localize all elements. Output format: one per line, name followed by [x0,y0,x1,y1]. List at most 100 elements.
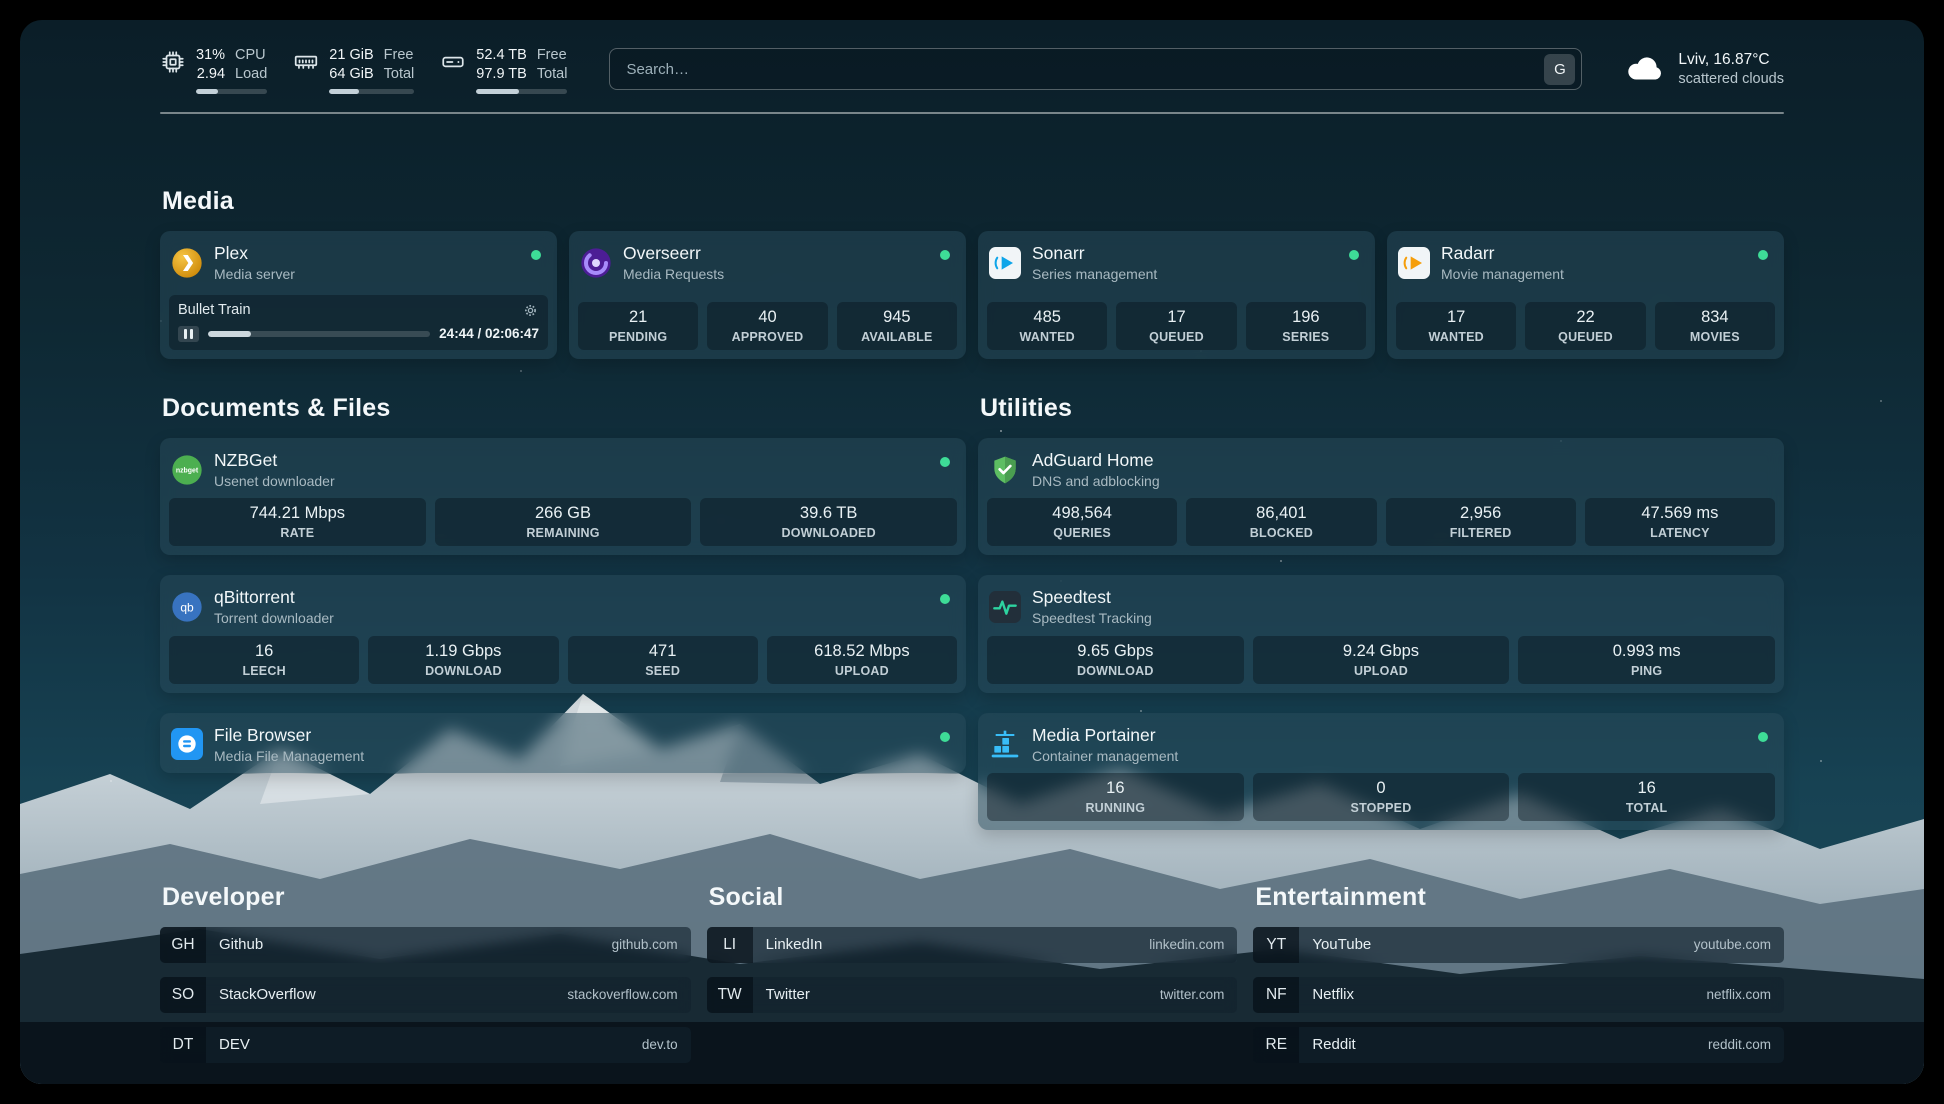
stat-label: UPLOAD [771,664,953,679]
stat-value: 16 [1522,778,1771,799]
stat-label: AVAILABLE [841,330,953,345]
overseerr-card[interactable]: Overseerr Media Requests 21 PENDING 40 A… [569,231,966,359]
bookmark-abbr: SO [160,977,206,1013]
status-dot [1758,732,1768,742]
stat-value: 86,401 [1190,503,1372,524]
bookmark-url: github.com [612,937,678,952]
service-name: AdGuard Home [1032,450,1160,471]
stat-label: SEED [572,664,754,679]
stat-rate: 744.21 Mbps RATE [169,498,426,546]
cpu-load-value: 2.94 [197,65,225,84]
stat-movies: 834 MOVIES [1655,302,1775,350]
stat-label: LEECH [173,664,355,679]
memory-total-label: Total [384,65,415,84]
bookmark-url: reddit.com [1708,1037,1771,1052]
adguard-card[interactable]: AdGuard Home DNS and adblocking 498,564 … [978,438,1784,555]
cpu-label: CPU [235,46,267,65]
social-heading: Social [709,882,1238,913]
stat-value: 834 [1659,307,1771,328]
bookmark-name: Reddit [1312,1036,1355,1053]
filebrowser-card[interactable]: File Browser Media File Management [160,713,966,774]
sonarr-card[interactable]: Sonarr Series management 485 WANTED 17 Q… [978,231,1375,359]
status-dot [940,732,950,742]
utilities-heading: Utilities [980,393,1784,424]
service-description: Usenet downloader [214,473,335,490]
bookmark-name: Twitter [766,986,810,1003]
stat-label: QUEUED [1120,330,1232,345]
stat-latency: 47.569 ms LATENCY [1585,498,1775,546]
entertainment-heading: Entertainment [1255,882,1784,913]
section-developer: Developer GH Github github.com SO StackO… [160,882,691,1063]
dashboard-screen: 31% 2.94 CPU Load [20,20,1924,1084]
stat-label: WANTED [991,330,1103,345]
bookmark-url: linkedin.com [1149,937,1224,952]
speedtest-card[interactable]: Speedtest Speedtest Tracking 9.65 Gbps D… [978,575,1784,692]
bookmark-url: twitter.com [1160,987,1225,1002]
plex-card[interactable]: Plex Media server Bullet Train [160,231,557,359]
stat-value: 266 GB [439,503,688,524]
stat-value: 945 [841,307,953,328]
search-input[interactable] [624,60,1544,79]
stat-value: 0.993 ms [1522,641,1771,662]
stat-label: MOVIES [1659,330,1771,345]
stat-label: UPLOAD [1257,664,1506,679]
stat-value: 16 [173,641,355,662]
search-provider-button[interactable]: G [1544,54,1575,85]
stat-value: 0 [1257,778,1506,799]
stat-value: 9.65 Gbps [991,641,1240,662]
stat-value: 22 [1529,307,1641,328]
bookmark-netflix[interactable]: NF Netflix netflix.com [1253,977,1784,1013]
stat-value: 471 [572,641,754,662]
bookmark-twitter[interactable]: TW Twitter twitter.com [707,977,1238,1013]
cpu-progress-bar [196,89,267,94]
bookmark-linkedin[interactable]: LI LinkedIn linkedin.com [707,927,1238,963]
bookmark-github[interactable]: GH Github github.com [160,927,691,963]
playback-progress-bar[interactable] [208,331,430,337]
service-name: Overseerr [623,243,724,264]
bookmark-dev[interactable]: DT DEV dev.to [160,1027,691,1063]
service-description: Media File Management [214,748,364,765]
portainer-card[interactable]: Media Portainer Container management 16 … [978,713,1784,830]
stat-value: 618.52 Mbps [771,641,953,662]
section-social: Social LI LinkedIn linkedin.com TW Twitt… [707,882,1238,1063]
bookmark-url: stackoverflow.com [567,987,677,1002]
bookmark-youtube[interactable]: YT YouTube youtube.com [1253,927,1784,963]
section-entertainment: Entertainment YT YouTube youtube.com NF … [1253,882,1784,1063]
stat-queries: 498,564 QUERIES [987,498,1177,546]
cpu-icon [160,49,186,75]
bookmark-reddit[interactable]: RE Reddit reddit.com [1253,1027,1784,1063]
cloud-icon [1624,48,1666,90]
filebrowser-icon [171,728,203,760]
nzbget-card[interactable]: nzbget NZBGet Usenet downloader 744.21 M… [160,438,966,555]
stat-label: LATENCY [1589,526,1771,541]
gear-icon[interactable] [522,302,539,319]
stat-label: QUERIES [991,526,1173,541]
radarr-icon [1398,247,1430,279]
stat-label: WANTED [1400,330,1512,345]
stat-label: RATE [173,526,422,541]
stat-value: 47.569 ms [1589,503,1771,524]
bookmark-stackoverflow[interactable]: SO StackOverflow stackoverflow.com [160,977,691,1013]
service-name: qBittorrent [214,587,334,608]
resource-widgets: 31% 2.94 CPU Load [160,46,567,94]
bookmark-abbr: GH [160,927,206,963]
pause-icon[interactable] [178,326,199,342]
status-dot [1758,250,1768,260]
qbittorrent-card[interactable]: qb qBittorrent Torrent downloader 16 LEE… [160,575,966,692]
bookmark-name: DEV [219,1036,250,1053]
search-bar[interactable]: G [609,48,1582,90]
cpu-widget: 31% 2.94 CPU Load [160,46,267,94]
developer-heading: Developer [162,882,691,913]
documents-heading: Documents & Files [162,393,966,424]
status-dot [940,594,950,604]
radarr-card[interactable]: Radarr Movie management 17 WANTED 22 QUE… [1387,231,1784,359]
disk-icon [440,49,466,75]
service-name: File Browser [214,725,364,746]
overseerr-icon [580,247,612,279]
stat-leech: 16 LEECH [169,636,359,684]
stat-label: PENDING [582,330,694,345]
qbittorrent-icon: qb [171,591,203,623]
cpu-usage-value: 31% [196,46,225,65]
stat-value: 485 [991,307,1103,328]
top-bar: 31% 2.94 CPU Load [160,20,1784,94]
